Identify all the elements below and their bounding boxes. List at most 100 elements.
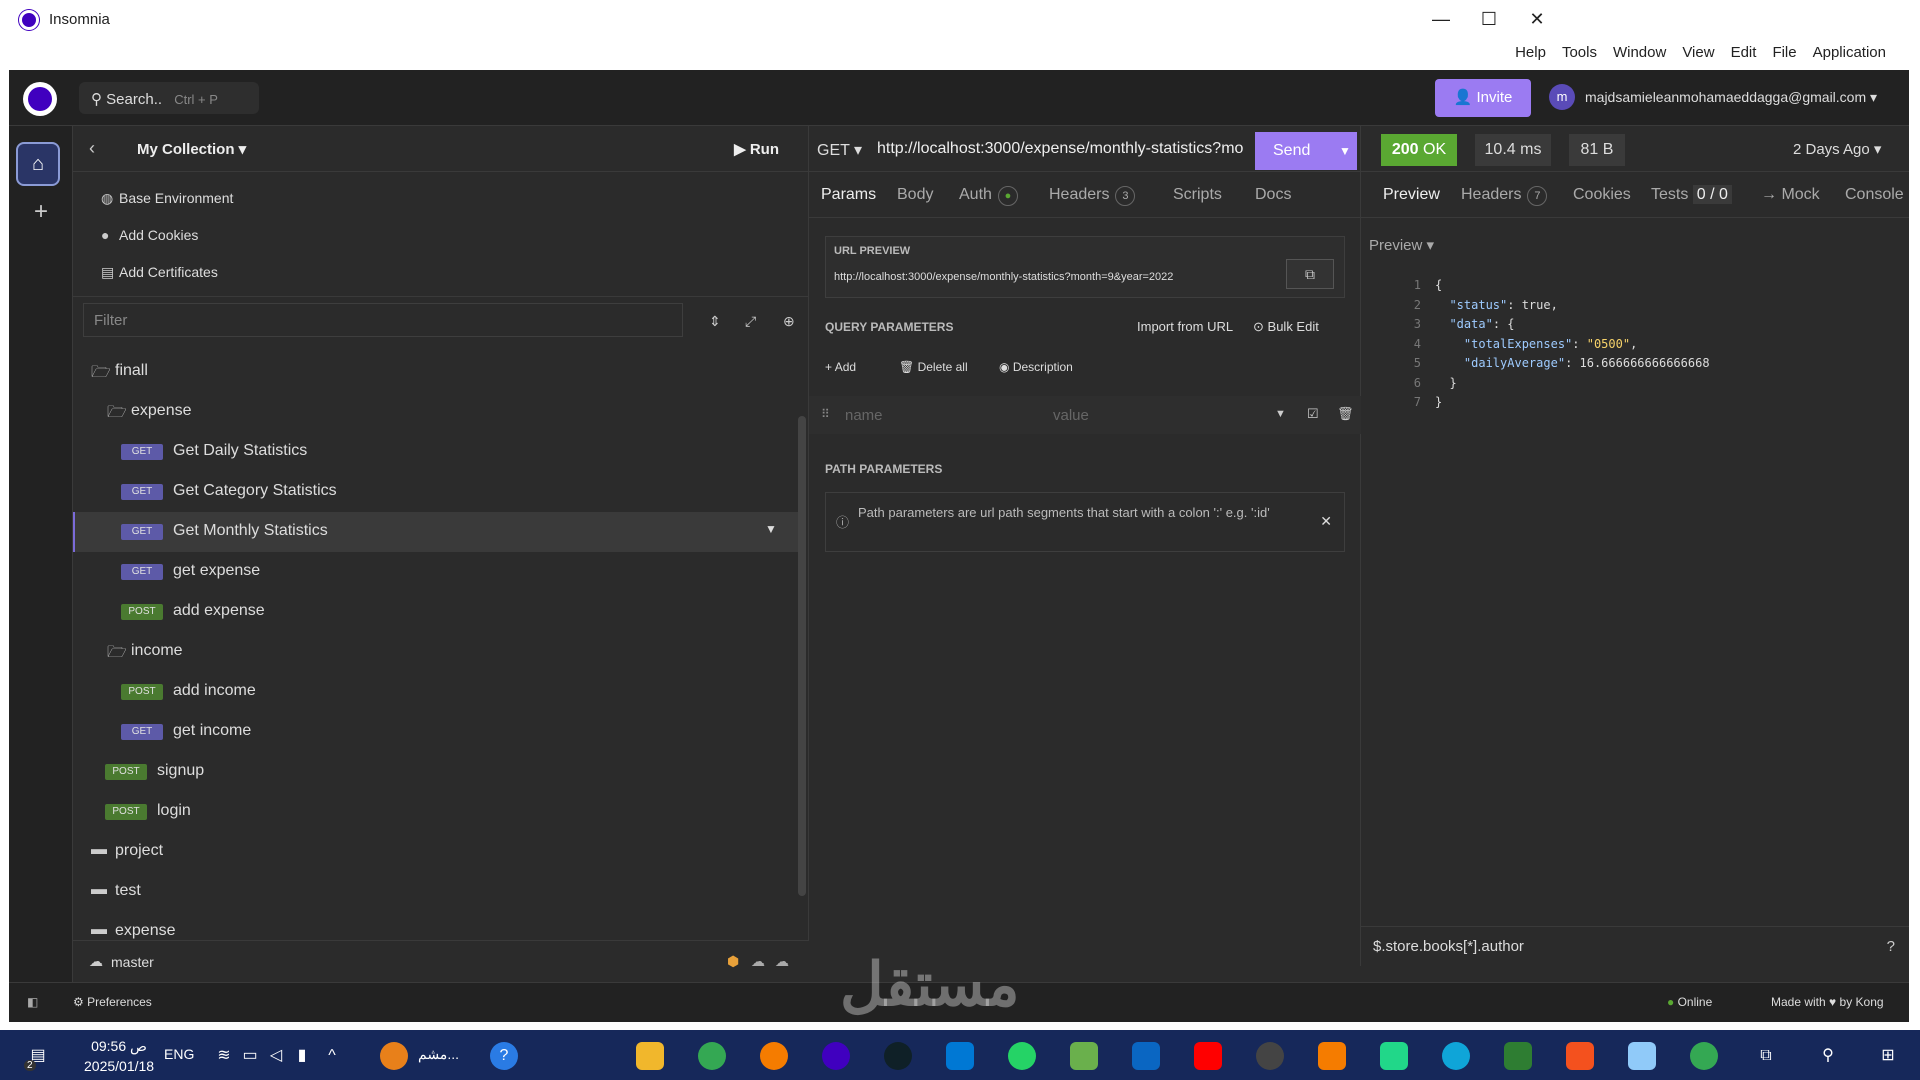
tab-headers[interactable]: Headers 3 (1049, 186, 1136, 206)
package-icon[interactable]: ⬢ (727, 953, 739, 970)
add-cookies-item[interactable]: ● Add Cookies (101, 227, 198, 243)
sidebar-scrollbar[interactable] (798, 416, 806, 896)
menu-edit[interactable]: Edit (1723, 44, 1765, 61)
branch-name[interactable]: master (111, 954, 154, 970)
menu-help[interactable]: Help (1507, 44, 1554, 61)
help-app-icon[interactable]: ? (490, 1042, 518, 1070)
app-notification-icon[interactable] (380, 1042, 408, 1070)
monitor-icon[interactable]: ▭ (236, 1042, 264, 1070)
param-name-input[interactable]: name (845, 407, 883, 424)
tree-request-get-category-statistics[interactable]: GET Get Category Statistics (73, 472, 798, 512)
tree-request-add-income[interactable]: POST add income (73, 672, 798, 712)
language-indicator[interactable]: ENG (164, 1046, 194, 1062)
collection-title[interactable]: My Collection ▾ (137, 140, 246, 158)
tree-folder-project[interactable]: ▬ project (73, 832, 798, 872)
tab-preview[interactable]: Preview (1383, 186, 1440, 204)
add-circle-icon[interactable]: ⊕ (783, 313, 795, 330)
stack-app-icon[interactable] (1070, 1042, 1098, 1070)
menu-view[interactable]: View (1674, 44, 1722, 61)
vscode-icon[interactable] (946, 1042, 974, 1070)
tab-auth[interactable]: Auth ● (959, 186, 1018, 206)
tab-scripts[interactable]: Scripts (1173, 186, 1222, 204)
tree-request-get-income[interactable]: GET get income (73, 712, 798, 752)
method-select[interactable]: GET ▾ (817, 140, 862, 160)
chrome-2-icon[interactable] (1690, 1042, 1718, 1070)
taskbar-app-label[interactable]: مشم... (418, 1046, 459, 1063)
tab-cookies[interactable]: Cookies (1573, 186, 1631, 204)
tree-request-signup[interactable]: POST signup (73, 752, 798, 792)
preferences-button[interactable]: ⚙ Preferences (73, 995, 152, 1009)
description-toggle[interactable]: ◉ Description (999, 360, 1073, 374)
avatar[interactable]: m (1549, 84, 1575, 110)
battery-icon[interactable]: ▮ (288, 1042, 316, 1070)
send-button[interactable]: Send ▼ (1255, 132, 1357, 170)
tree-request-add-expense[interactable]: POST add expense (73, 592, 798, 632)
vlc-icon[interactable] (1318, 1042, 1346, 1070)
tree-folder-expense[interactable]: 🗁 expense (73, 392, 798, 432)
drag-handle-icon[interactable]: ⠿ (821, 407, 830, 421)
pencil-app-icon[interactable] (760, 1042, 788, 1070)
preview-mode-select[interactable]: Preview ▾ (1369, 236, 1434, 254)
sort-icon[interactable]: ⇕ (709, 313, 721, 330)
youtube-icon[interactable] (1194, 1042, 1222, 1070)
tab-params[interactable]: Params (821, 186, 876, 204)
wifi-icon[interactable]: ≋ (210, 1042, 238, 1070)
maximize-button[interactable]: ☐ (1469, 6, 1509, 32)
insomnia-taskbar-icon[interactable] (822, 1042, 850, 1070)
tab-tests[interactable]: Tests 0 / 0 (1651, 185, 1732, 204)
filter-input[interactable]: Filter (83, 303, 683, 337)
home-button[interactable]: ⌂ (16, 142, 60, 186)
delete-param-icon[interactable]: 🗑 (1337, 406, 1354, 422)
tree-request-get-monthly-statistics[interactable]: GET Get Monthly Statistics ▼ (73, 512, 798, 552)
cloud-download-icon[interactable]: ☁ (751, 953, 765, 970)
expand-icon[interactable]: ⤢ (745, 313, 756, 330)
add-certificates-item[interactable]: ▤ Add Certificates (101, 264, 218, 281)
tree-request-get-daily-statistics[interactable]: GET Get Daily Statistics (73, 432, 798, 472)
box-app-icon[interactable] (1628, 1042, 1656, 1070)
url-input[interactable]: http://localhost:3000/expense/monthly-st… (877, 140, 1267, 158)
close-icon[interactable]: ✕ (1320, 511, 1332, 531)
tab-docs[interactable]: Docs (1255, 186, 1291, 204)
tab-response-headers[interactable]: Headers 7 (1461, 186, 1548, 206)
tab-body[interactable]: Body (897, 186, 933, 204)
delete-all-button[interactable]: 🗑 Delete all (899, 360, 968, 374)
copy-url-button[interactable]: ⧉ (1286, 259, 1334, 289)
tree-folder-test[interactable]: ▬ test (73, 872, 798, 912)
help-icon[interactable]: ? (1887, 938, 1895, 955)
row-dropdown-icon[interactable]: ▼ (765, 522, 777, 536)
lambda-app-icon[interactable] (1504, 1042, 1532, 1070)
send-options-icon[interactable]: ▼ (1333, 132, 1357, 170)
tab-mock[interactable]: → Mock (1761, 186, 1820, 204)
windows-start-icon[interactable]: ⊞ (1874, 1042, 1902, 1070)
pycharm-icon[interactable] (1380, 1042, 1408, 1070)
tree-folder-expense-2[interactable]: ▬ expense (73, 912, 798, 942)
tree-request-get-expense[interactable]: GET get expense (73, 552, 798, 592)
store-icon[interactable] (1132, 1042, 1160, 1070)
whatsapp-icon[interactable] (1008, 1042, 1036, 1070)
mongodb-icon[interactable] (884, 1042, 912, 1070)
volume-icon[interactable]: ◁ (262, 1042, 290, 1070)
insomnia-home-logo-icon[interactable] (23, 82, 57, 116)
invite-button[interactable]: 👤 Invite (1435, 79, 1531, 117)
param-dropdown-icon[interactable]: ▼ (1275, 408, 1286, 420)
menu-application[interactable]: Application (1805, 44, 1894, 61)
cloud-upload-icon[interactable]: ☁ (775, 953, 789, 970)
account-email[interactable]: majdsamieleanmohamaeddagga@gmail.com ▾ (1585, 89, 1877, 106)
run-button[interactable]: ▶ Run (734, 140, 779, 158)
back-arrow-icon[interactable]: ‹ (89, 138, 95, 159)
tree-folder-income[interactable]: 🗁 income (73, 632, 798, 672)
tree-folder-finall[interactable]: 🗁 finall (73, 352, 798, 392)
tree-request-login[interactable]: POST login (73, 792, 798, 832)
menu-window[interactable]: Window (1605, 44, 1674, 61)
taskbar-clock[interactable]: 09:56 ص 2025/01/18 (84, 1036, 154, 1076)
add-param-button[interactable]: + Add (825, 360, 856, 374)
sidebar-toggle-icon[interactable]: ◧ (27, 995, 38, 1009)
tab-console[interactable]: Console (1845, 186, 1904, 204)
import-from-url-button[interactable]: Import from URL (1137, 319, 1233, 334)
param-value-input[interactable]: value (1053, 407, 1089, 424)
media-player-icon[interactable] (1256, 1042, 1284, 1070)
search-taskbar-icon[interactable]: ⚲ (1814, 1042, 1842, 1070)
search-button[interactable]: ⚲ Search.. Ctrl + P (79, 82, 259, 114)
response-history[interactable]: 2 Days Ago ▾ (1793, 140, 1881, 158)
minimize-button[interactable]: — (1421, 6, 1461, 32)
